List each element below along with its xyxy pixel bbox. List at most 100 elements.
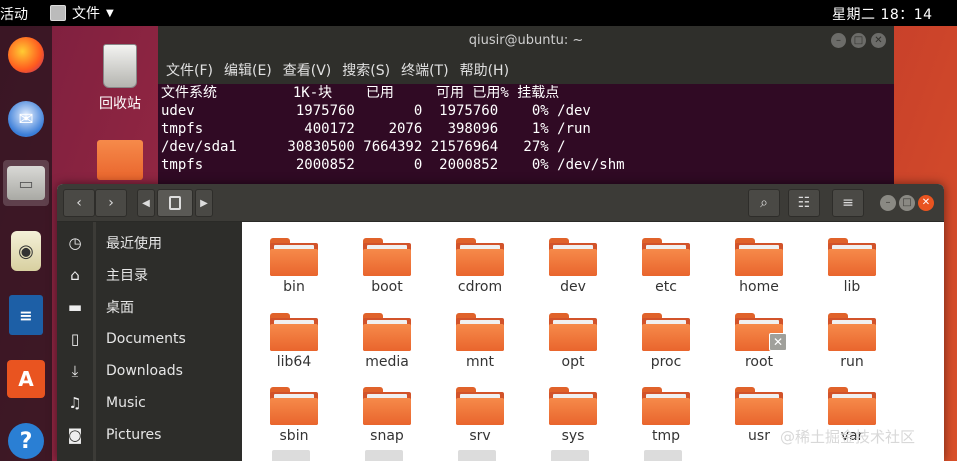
software-center-icon: A bbox=[7, 360, 45, 398]
folder-name: home bbox=[739, 279, 779, 295]
sidebar-item-pictures[interactable]: ◙ Pictures bbox=[57, 419, 242, 451]
sidebar-item-label: Documents bbox=[106, 331, 186, 347]
folder-item[interactable]: dev bbox=[533, 234, 613, 295]
sidebar-item-recent[interactable]: ◷ 最近使用 bbox=[57, 227, 242, 259]
folder-item[interactable]: snap bbox=[347, 383, 427, 444]
sidebar-item-label: Pictures bbox=[106, 427, 162, 443]
folder-item[interactable]: srv bbox=[440, 383, 520, 444]
close-button[interactable]: ✕ bbox=[871, 33, 886, 48]
folder-name: bin bbox=[283, 279, 305, 295]
sidebar-item-music[interactable]: ♫ Music bbox=[57, 387, 242, 419]
firefox-icon bbox=[8, 37, 44, 73]
dock: ✉ ▭ ◉ ≡ A ? bbox=[0, 26, 52, 461]
forward-button[interactable]: › bbox=[95, 189, 127, 217]
files-close-button[interactable]: ✕ bbox=[918, 195, 934, 211]
dock-help[interactable]: ? bbox=[3, 418, 49, 461]
chevron-down-icon: ▼ bbox=[106, 7, 114, 19]
folder-icon bbox=[270, 234, 318, 276]
view-toggle-button[interactable]: ☷ bbox=[788, 189, 820, 217]
folder-name: media bbox=[365, 354, 409, 370]
folder-item[interactable]: bin bbox=[254, 234, 334, 295]
files-maximize-button[interactable]: □ bbox=[899, 195, 915, 211]
app-menu[interactable]: 文件 ▼ bbox=[50, 3, 114, 23]
document-icon: ▯ bbox=[70, 330, 80, 348]
dock-rhythmbox[interactable]: ◉ bbox=[3, 228, 49, 274]
folder-item[interactable]: mnt bbox=[440, 309, 520, 370]
terminal-menubar: 文件(F) 编辑(E) 查看(V) 搜索(S) 终端(T) 帮助(H) bbox=[158, 56, 894, 84]
dock-firefox[interactable] bbox=[3, 32, 49, 78]
maximize-button[interactable]: □ bbox=[851, 33, 866, 48]
file-item-partial[interactable] bbox=[644, 450, 682, 461]
activities-button[interactable]: 活动 bbox=[0, 4, 28, 24]
path-root-button[interactable] bbox=[157, 189, 193, 217]
minimize-button[interactable]: – bbox=[831, 33, 846, 48]
dock-software[interactable]: A bbox=[3, 356, 49, 402]
folder-icon: ▬ bbox=[67, 298, 83, 316]
folder-item[interactable]: boot bbox=[347, 234, 427, 295]
desktop-trash[interactable]: 回收站 bbox=[92, 44, 148, 113]
folder-name: sbin bbox=[279, 428, 309, 444]
file-item-partial[interactable] bbox=[458, 450, 496, 461]
sidebar-item-label: 桌面 bbox=[106, 300, 134, 316]
clock[interactable]: 星期二 18：14 bbox=[832, 4, 933, 24]
back-button[interactable]: ‹ bbox=[63, 189, 95, 217]
sidebar-item-label: Music bbox=[106, 395, 146, 411]
folder-name: boot bbox=[371, 279, 403, 295]
sidebar-item-downloads[interactable]: ⤓ Downloads bbox=[57, 355, 242, 387]
terminal-window[interactable]: qiusir@ubuntu: ~ – □ ✕ 文件(F) 编辑(E) 查看(V)… bbox=[158, 26, 894, 186]
folder-item[interactable]: run bbox=[812, 309, 892, 370]
file-item-partial[interactable] bbox=[365, 450, 403, 461]
menu-help[interactable]: 帮助(H) bbox=[460, 60, 509, 80]
path-scroll-left[interactable]: ◀ bbox=[137, 189, 155, 217]
files-window[interactable]: ‹ › ◀ ▶ ⌕ ☷ ≡ – □ ✕ ◷ 最近使用 ⌂ 主目录 ▬ 桌面 ▯ … bbox=[57, 184, 944, 461]
folder-icon bbox=[735, 234, 783, 276]
folder-item[interactable]: ✕ root bbox=[719, 309, 799, 370]
folder-item[interactable]: opt bbox=[533, 309, 613, 370]
path-scroll-right[interactable]: ▶ bbox=[195, 189, 213, 217]
desktop-folder[interactable] bbox=[97, 140, 143, 182]
dock-thunderbird[interactable]: ✉ bbox=[3, 96, 49, 142]
file-item-partial[interactable] bbox=[272, 450, 310, 461]
menu-view[interactable]: 查看(V) bbox=[283, 60, 332, 80]
dock-files[interactable]: ▭ bbox=[3, 160, 49, 206]
help-icon: ? bbox=[8, 423, 44, 459]
folder-item[interactable]: media bbox=[347, 309, 427, 370]
sidebar-item-home[interactable]: ⌂ 主目录 bbox=[57, 259, 242, 291]
folder-icon bbox=[270, 309, 318, 351]
terminal-output[interactable]: 文件系统 1K-块 已用 可用 已用% 挂载点 udev 1975760 0 1… bbox=[158, 84, 894, 174]
menu-edit[interactable]: 编辑(E) bbox=[224, 60, 272, 80]
files-minimize-button[interactable]: – bbox=[880, 195, 896, 211]
folder-icon bbox=[642, 309, 690, 351]
menu-button[interactable]: ≡ bbox=[832, 189, 864, 217]
hamburger-menu-icon: ≡ bbox=[842, 195, 854, 211]
folder-icon bbox=[828, 234, 876, 276]
folder-item[interactable]: sbin bbox=[254, 383, 334, 444]
terminal-titlebar[interactable]: qiusir@ubuntu: ~ – □ ✕ bbox=[158, 26, 894, 56]
folder-item[interactable]: sys bbox=[533, 383, 613, 444]
folder-item[interactable]: home bbox=[719, 234, 799, 295]
folder-icon bbox=[642, 234, 690, 276]
folder-icon bbox=[456, 309, 504, 351]
menu-file[interactable]: 文件(F) bbox=[166, 60, 213, 80]
file-item-partial[interactable] bbox=[551, 450, 589, 461]
files-sidebar: ◷ 最近使用 ⌂ 主目录 ▬ 桌面 ▯ Documents ⤓ Download… bbox=[57, 222, 242, 461]
dock-writer[interactable]: ≡ bbox=[3, 292, 49, 338]
search-button[interactable]: ⌕ bbox=[748, 189, 780, 217]
sidebar-item-label: 主目录 bbox=[106, 268, 148, 284]
folder-item[interactable]: cdrom bbox=[440, 234, 520, 295]
menu-terminal[interactable]: 终端(T) bbox=[401, 60, 448, 80]
folder-item[interactable]: etc bbox=[626, 234, 706, 295]
menu-search[interactable]: 搜索(S) bbox=[342, 60, 390, 80]
triangle-left-icon: ◀ bbox=[142, 197, 150, 209]
folder-item[interactable]: lib bbox=[812, 234, 892, 295]
folder-item[interactable]: proc bbox=[626, 309, 706, 370]
sidebar-item-documents[interactable]: ▯ Documents bbox=[57, 323, 242, 355]
sidebar-item-desktop[interactable]: ▬ 桌面 bbox=[57, 291, 242, 323]
files-headerbar[interactable]: ‹ › ◀ ▶ ⌕ ☷ ≡ – □ ✕ bbox=[57, 184, 944, 222]
folder-icon bbox=[456, 383, 504, 425]
folder-item[interactable]: lib64 bbox=[254, 309, 334, 370]
clock-icon: ◷ bbox=[68, 234, 82, 252]
folder-name: root bbox=[744, 354, 774, 370]
folder-item[interactable]: tmp bbox=[626, 383, 706, 444]
folder-name: proc bbox=[650, 354, 682, 370]
